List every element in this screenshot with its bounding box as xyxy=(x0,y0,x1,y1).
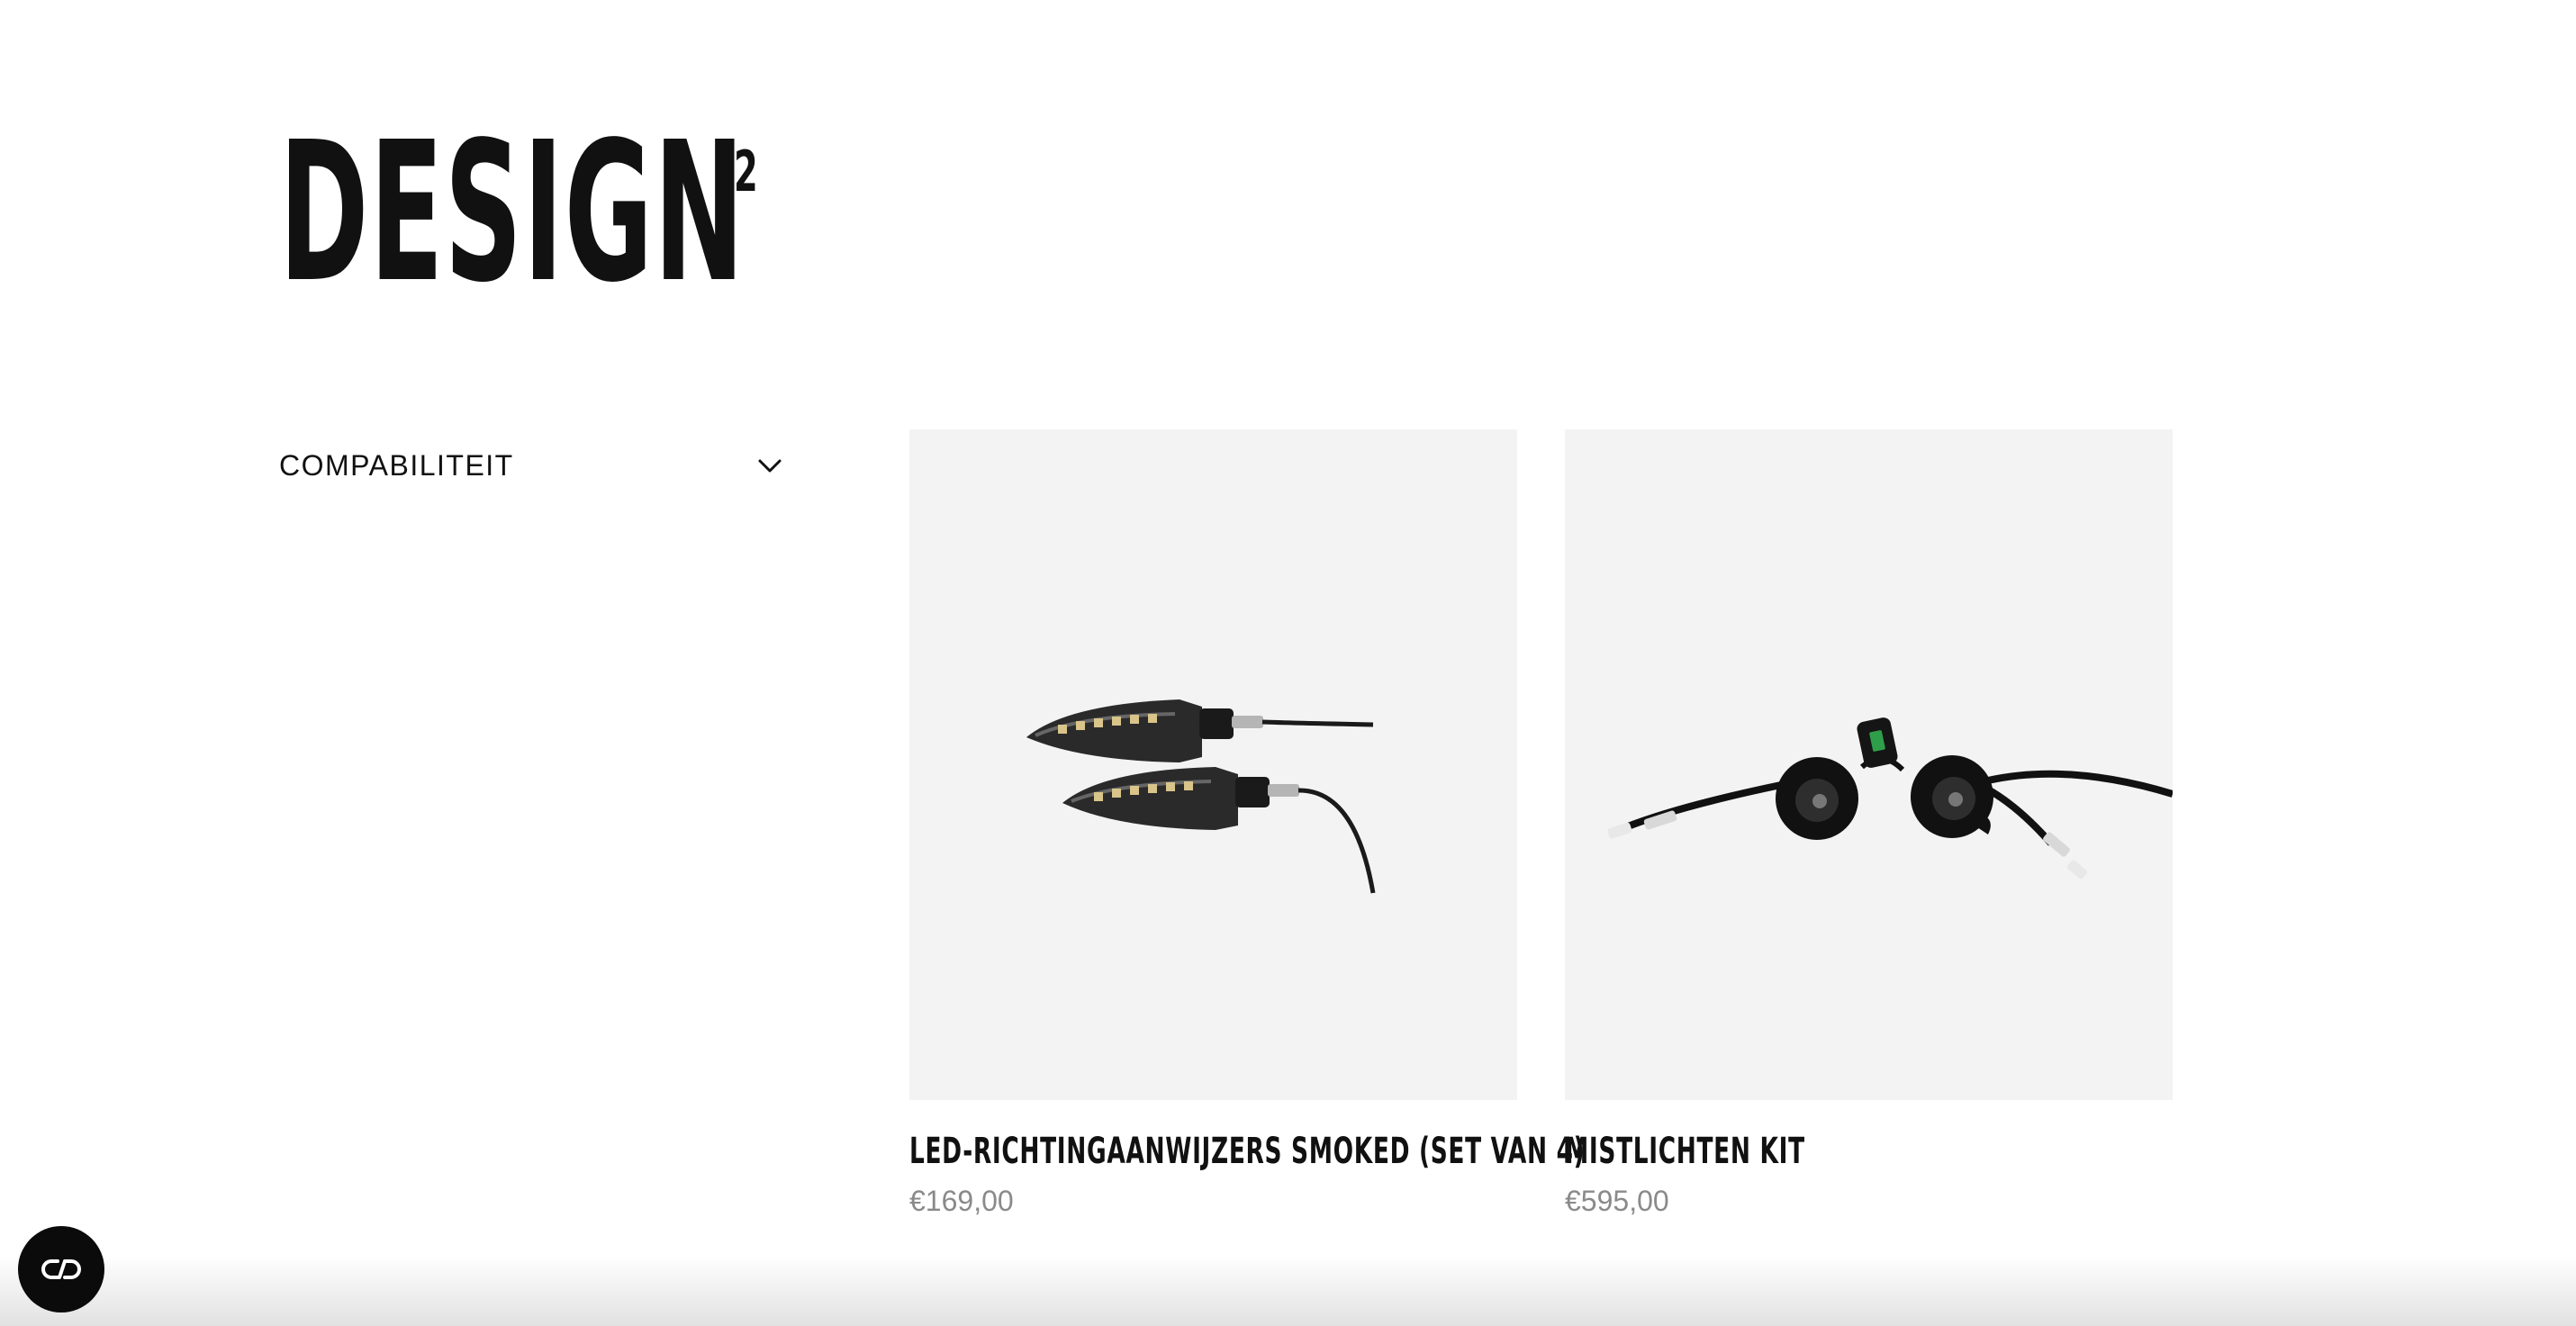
chat-link-icon xyxy=(41,1259,81,1279)
filter-compatibility-label: COMPABILITEIT xyxy=(279,448,514,482)
product-card-fog-lights[interactable]: MISTLICHTEN KIT €595,00 xyxy=(1565,429,2173,1218)
product-title[interactable]: MISTLICHTEN KIT xyxy=(1565,1131,1966,1172)
product-price: €595,00 xyxy=(1565,1185,1669,1217)
product-title[interactable]: LED-RICHTINGAANWIJZERS SMOKED (SET VAN 4… xyxy=(909,1131,1585,1172)
led-indicator-icon xyxy=(1026,699,1376,894)
chat-button[interactable] xyxy=(18,1226,104,1312)
product-image-fog-lights[interactable] xyxy=(1565,429,2173,1100)
filter-compatibility-toggle[interactable]: COMPABILITEIT xyxy=(279,443,783,488)
product-card-led-indicators[interactable]: LED-RICHTINGAANWIJZERS SMOKED (SET VAN 4… xyxy=(909,429,1585,1218)
bottom-fade xyxy=(0,1256,2576,1326)
chevron-down-icon xyxy=(758,459,782,473)
product-count: 2 xyxy=(734,139,758,204)
product-image-led-indicators[interactable] xyxy=(909,429,1517,1100)
page-title: DESIGN xyxy=(279,101,746,325)
fog-light-kit-icon xyxy=(1607,717,2173,879)
product-price: €169,00 xyxy=(909,1185,1014,1217)
